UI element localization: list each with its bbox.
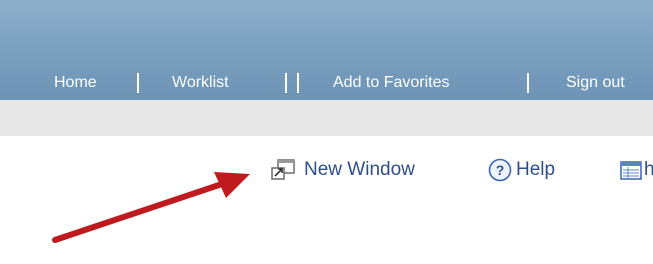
new-window-icon[interactable]	[270, 158, 296, 187]
nav-separator	[297, 73, 299, 93]
page-icon[interactable]	[620, 161, 642, 186]
help-link[interactable]: Help	[516, 155, 555, 185]
help-icon[interactable]: ?	[487, 158, 513, 187]
nav-separator	[137, 73, 139, 93]
nav-worklist-link[interactable]: Worklist	[172, 70, 229, 96]
header-bar: Home Worklist Add to Favorites Sign out	[0, 0, 653, 100]
nav-separator	[285, 73, 287, 93]
nav-separator	[527, 73, 529, 93]
new-window-link[interactable]: New Window	[304, 155, 415, 185]
nav-home-link[interactable]: Home	[54, 70, 97, 96]
page-toolbar: New Window ? Help htt	[0, 155, 653, 185]
sub-header-bar	[0, 100, 653, 136]
top-nav: Home Worklist Add to Favorites Sign out	[0, 70, 653, 96]
http-link[interactable]: htt	[644, 155, 653, 185]
svg-text:?: ?	[496, 162, 505, 178]
nav-sign-out-link[interactable]: Sign out	[566, 70, 625, 96]
nav-add-to-favorites-link[interactable]: Add to Favorites	[333, 70, 450, 96]
